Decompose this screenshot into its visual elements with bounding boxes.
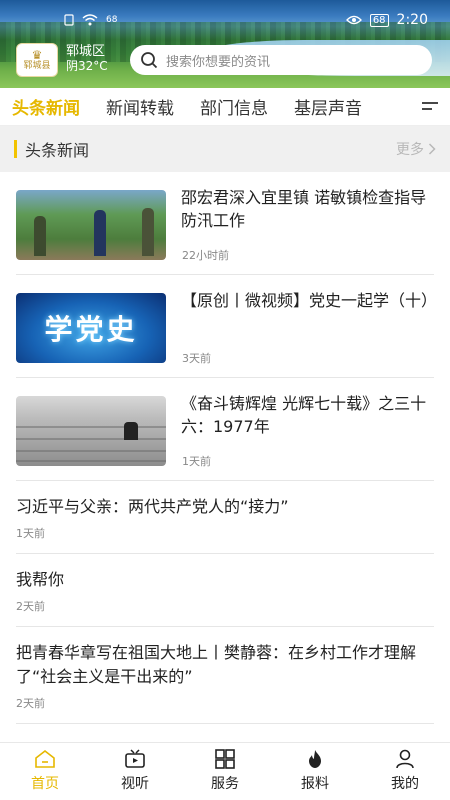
more-label: 更多 xyxy=(396,142,424,158)
news-title: 邵宏君深入宜里镇 诺敏镇检查指导防汛工作 xyxy=(181,188,427,230)
weather-location: 郓城区 xyxy=(66,44,106,59)
tab-menu-button[interactable] xyxy=(420,98,440,116)
nav-label: 服务 xyxy=(211,776,239,792)
news-item[interactable]: 学党史 【原创丨微视频】党史一起学（十） 3天前 xyxy=(16,275,438,378)
eye-icon xyxy=(345,15,362,25)
news-item[interactable]: 习近平与父亲：两代共产党人的“接力” 1天前 xyxy=(16,481,434,554)
news-item[interactable]: 邵宏君深入宜里镇 诺敏镇检查指导防汛工作 22小时前 xyxy=(16,172,434,275)
sim-icon xyxy=(64,14,74,26)
menu-icon xyxy=(422,102,438,110)
weather-widget[interactable]: 郓城区 阴32°C xyxy=(66,44,108,74)
nav-report[interactable]: 报料 xyxy=(270,743,360,800)
news-thumbnail: 学党史 xyxy=(16,293,166,363)
news-time: 1天前 xyxy=(182,455,211,468)
thumb-figure xyxy=(142,208,154,256)
news-time: 3天前 xyxy=(182,352,211,365)
more-link[interactable]: 更多 xyxy=(396,139,436,159)
news-time: 1天前 xyxy=(16,527,45,540)
news-time: 2天前 xyxy=(16,600,45,613)
grid-icon xyxy=(215,749,235,769)
news-time: 2天前 xyxy=(16,697,45,710)
news-title: 习近平与父亲：两代共产党人的“接力” xyxy=(16,497,289,516)
nav-profile[interactable]: 我的 xyxy=(360,743,450,800)
thumb-furrow xyxy=(16,460,166,462)
search-icon xyxy=(141,52,158,69)
tab-grassroots-voice[interactable]: 基层声音 xyxy=(294,94,362,119)
news-item[interactable]: 把青春华章写在祖国大地上丨樊静蓉：在乡村工作才理解了“社会主义是干出来的” 2天… xyxy=(16,627,434,724)
tab-reprinted-news[interactable]: 新闻转载 xyxy=(106,94,174,119)
news-thumbnail xyxy=(16,396,166,466)
thumb-furrow xyxy=(16,426,166,428)
news-title: 【原创丨微视频】党史一起学（十） xyxy=(181,291,438,310)
weather-desc: 阴32°C xyxy=(66,59,108,73)
nav-label: 首页 xyxy=(31,776,59,792)
thumb-furrow xyxy=(16,450,166,452)
thumb-furrow xyxy=(16,438,166,440)
category-tabs: 头条新闻 新闻转载 部门信息 基层声音 xyxy=(0,88,450,126)
bottom-nav: 首页 视听 服务 报料 我的 xyxy=(0,742,450,800)
status-bar: 68 68 2:20 xyxy=(0,8,450,32)
thumb-figure xyxy=(34,216,46,256)
news-list: 邵宏君深入宜里镇 诺敏镇检查指导防汛工作 22小时前 学党史 【原创丨微视频】党… xyxy=(0,172,450,724)
section-accent-bar xyxy=(14,140,17,158)
tab-department-info[interactable]: 部门信息 xyxy=(200,94,268,119)
home-icon xyxy=(35,749,55,768)
thumb-text: 学党史 xyxy=(44,313,138,346)
video-icon xyxy=(125,749,145,768)
news-title: 我帮你 xyxy=(16,570,65,589)
nav-label: 报料 xyxy=(301,776,329,792)
nav-video[interactable]: 视听 xyxy=(90,743,180,800)
wifi-icon xyxy=(82,14,98,26)
thumb-figure xyxy=(94,210,106,256)
news-title: 把青春华章写在祖国大地上丨樊静蓉：在乡村工作才理解了“社会主义是干出来的” xyxy=(16,643,417,686)
news-item[interactable]: 《奋斗铸辉煌 光辉七十载》之三十六：1977年 1天前 xyxy=(16,378,434,481)
clock: 2:20 xyxy=(396,12,428,28)
signal-speed: 68 xyxy=(106,15,118,25)
nav-home[interactable]: 首页 xyxy=(0,743,90,800)
section-header: 头条新闻 更多 xyxy=(0,126,450,172)
news-item[interactable]: 我帮你 2天前 xyxy=(16,554,434,627)
news-thumbnail xyxy=(16,190,166,260)
battery-level: 68 xyxy=(369,13,389,27)
news-title: 《奋斗铸辉煌 光辉七十载》之三十六：1977年 xyxy=(181,394,427,436)
tab-headline-news[interactable]: 头条新闻 xyxy=(12,94,80,119)
nav-label: 我的 xyxy=(391,776,419,792)
search-placeholder: 搜索你想要的资讯 xyxy=(166,54,271,70)
news-time: 22小时前 xyxy=(182,249,229,262)
search-input[interactable]: 搜索你想要的资讯 xyxy=(130,45,432,75)
user-icon xyxy=(396,749,414,769)
fire-icon xyxy=(309,750,321,768)
crown-icon: ♛ xyxy=(31,47,43,62)
logo-text: 郓城县 xyxy=(23,60,51,71)
chevron-right-icon xyxy=(428,143,436,155)
nav-label: 视听 xyxy=(121,776,149,792)
header-banner: 68 68 2:20 ♛ 郓城县 郓城区 阴32°C 搜索你想要的资讯 xyxy=(0,0,450,88)
nav-services[interactable]: 服务 xyxy=(180,743,270,800)
thumb-figure xyxy=(124,422,138,440)
section-title: 头条新闻 xyxy=(25,141,90,160)
app-logo[interactable]: ♛ 郓城县 xyxy=(16,43,58,77)
